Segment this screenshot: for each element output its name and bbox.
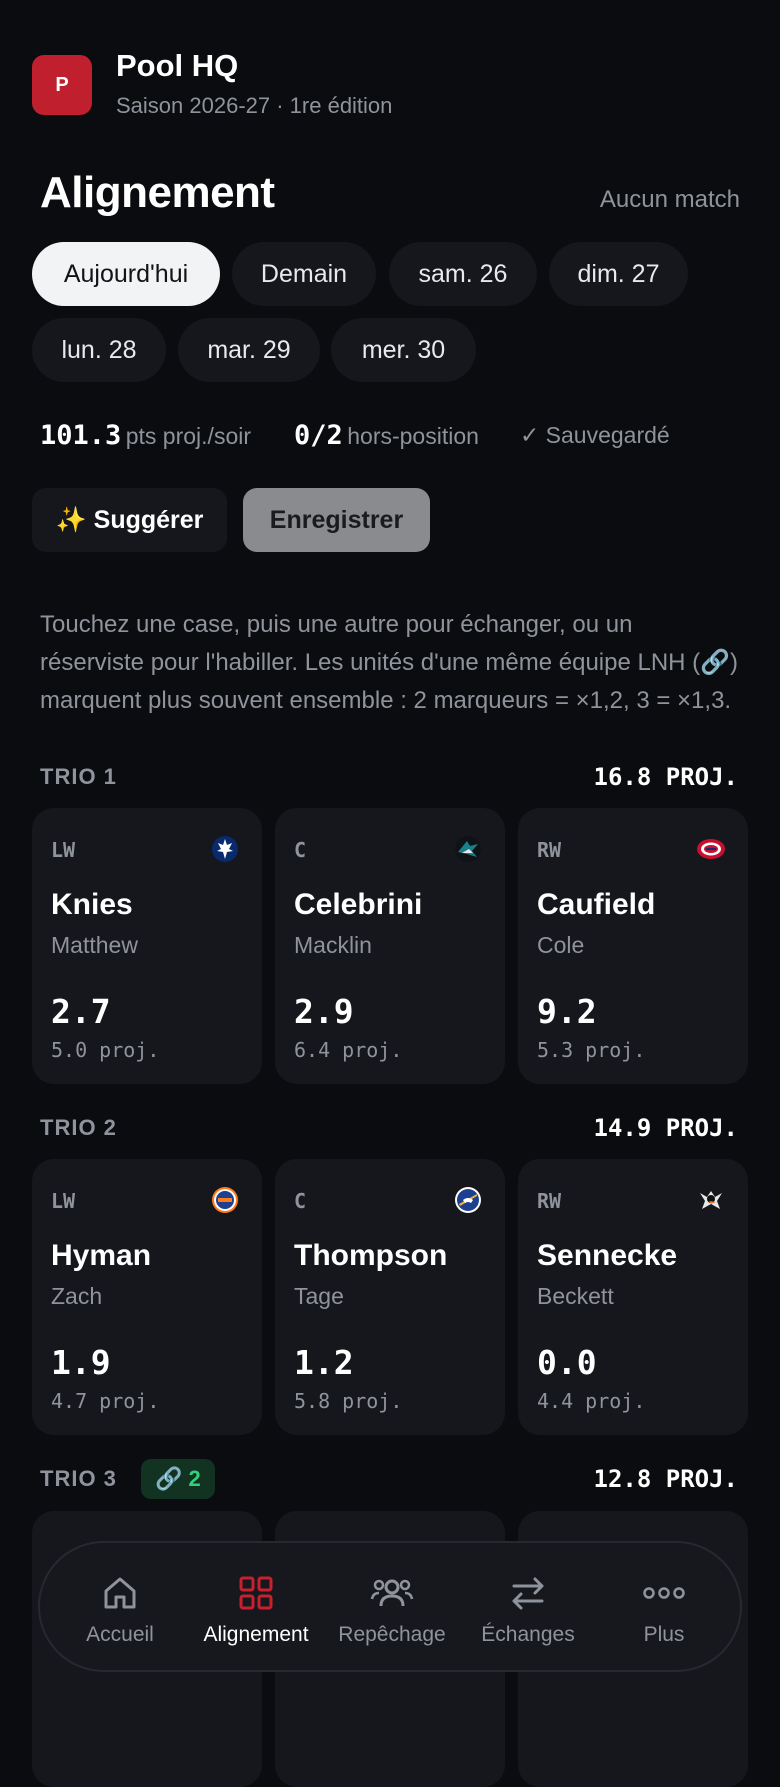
player-points: 1.9 — [51, 1343, 111, 1382]
day-chip-tomorrow[interactable]: Demain — [232, 242, 376, 306]
app-logo: P — [32, 55, 92, 115]
ducks-logo — [700, 1191, 722, 1209]
trio-label: TRIO 2 — [40, 1115, 117, 1140]
off-position-label: hors-position — [347, 423, 479, 449]
off-position-value: 0/2 — [294, 420, 343, 451]
player-first-name: Zach — [51, 1283, 103, 1309]
nav-item-accueil[interactable]: Accueil — [52, 1543, 188, 1670]
player-last-name: Sennecke — [537, 1239, 678, 1272]
more-icon — [643, 1587, 685, 1599]
nav-item-repechage[interactable]: Repêchage — [324, 1543, 460, 1670]
player-projection: 5.8 proj. — [294, 1389, 403, 1413]
nav-item-plus[interactable]: Plus — [596, 1543, 732, 1670]
position-label: RW — [537, 838, 562, 862]
app-title: Pool HQ — [116, 48, 239, 83]
link-bonus-badge: 🔗 2 — [141, 1459, 215, 1499]
player-projection: 4.4 proj. — [537, 1389, 646, 1413]
position-label: C — [294, 1189, 307, 1213]
player-card[interactable]: LW Knies Matthew 2.7 5.0 proj. — [32, 808, 262, 1084]
trio-projection: 14.9 PROJ. — [593, 1114, 739, 1142]
player-last-name: Thompson — [294, 1239, 448, 1272]
day-chip-sun[interactable]: dim. 27 — [549, 242, 688, 306]
player-first-name: Cole — [537, 932, 585, 958]
page-title: Alignement — [40, 168, 275, 217]
player-points: 9.2 — [537, 992, 597, 1031]
nav-label: Accueil — [86, 1623, 154, 1646]
player-card[interactable]: C Thompson Tage 1.2 5.8 proj. — [275, 1159, 505, 1435]
sabres-logo — [455, 1187, 481, 1213]
player-first-name: Beckett — [537, 1283, 614, 1309]
off-position: 0/2 hors-position — [294, 420, 479, 451]
position-label: RW — [537, 1189, 562, 1213]
instructions-text: Touchez une case, puis une autre pour éc… — [40, 611, 739, 714]
nav-item-echanges[interactable]: Échanges — [460, 1543, 596, 1670]
player-card[interactable]: C Celebrini Macklin 2.9 6.4 proj. — [275, 808, 505, 1084]
game-status: Aucun match — [599, 186, 740, 213]
position-label: LW — [51, 1189, 76, 1213]
trio-projection: 12.8 PROJ. — [593, 1465, 739, 1493]
maple-leafs-logo — [212, 836, 238, 862]
player-last-name: Celebrini — [294, 888, 423, 921]
app-subtitle: Saison 2026-27 · 1re édition — [116, 93, 393, 118]
player-projection: 4.7 proj. — [51, 1389, 160, 1413]
player-projection: 5.3 proj. — [537, 1038, 646, 1062]
player-last-name: Knies — [51, 888, 133, 921]
day-chip-mon[interactable]: lun. 28 — [32, 318, 166, 382]
projected-points: 101.3 pts proj./soir — [40, 420, 251, 451]
player-points: 0.0 — [537, 1343, 597, 1382]
player-projection: 6.4 proj. — [294, 1038, 403, 1062]
sharks-logo — [455, 836, 481, 862]
nav-label: Repêchage — [338, 1623, 446, 1646]
player-card[interactable]: LW Hyman Zach 1.9 4.7 proj. — [32, 1159, 262, 1435]
nav-item-alignement[interactable]: Alignement — [188, 1543, 324, 1670]
position-label: LW — [51, 838, 76, 862]
bottom-nav: Accueil Alignement Repêchage Échanges Pl… — [38, 1541, 742, 1672]
player-last-name: Hyman — [51, 1239, 152, 1272]
day-chip-tue[interactable]: mar. 29 — [178, 318, 320, 382]
nav-label: Plus — [643, 1623, 685, 1646]
player-last-name: Caufield — [537, 888, 656, 921]
users-icon — [370, 1579, 414, 1607]
player-points: 1.2 — [294, 1343, 354, 1382]
player-first-name: Macklin — [294, 932, 372, 958]
player-card[interactable]: RW Caufield Cole 9.2 5.3 proj. — [518, 808, 748, 1084]
day-chip-sat[interactable]: sam. 26 — [389, 242, 537, 306]
projected-points-value: 101.3 — [40, 420, 122, 451]
position-label: C — [294, 838, 307, 862]
day-chip-wed[interactable]: mer. 30 — [331, 318, 476, 382]
day-chip-today[interactable]: Aujourd'hui — [32, 242, 220, 306]
oilers-logo — [212, 1187, 238, 1213]
player-first-name: Matthew — [51, 932, 138, 958]
player-points: 2.9 — [294, 992, 354, 1031]
trio-label: TRIO 1 — [40, 764, 117, 789]
canadiens-logo — [697, 839, 725, 859]
player-first-name: Tage — [294, 1283, 344, 1309]
player-points: 2.7 — [51, 992, 111, 1031]
trio-projection: 16.8 PROJ. — [593, 763, 739, 791]
nav-label: Alignement — [203, 1623, 309, 1646]
player-projection: 5.0 proj. — [51, 1038, 160, 1062]
grid-icon — [239, 1576, 273, 1610]
swap-icon — [512, 1577, 544, 1610]
player-card[interactable]: RW Sennecke Beckett 0.0 4.4 proj. — [518, 1159, 748, 1435]
save-button[interactable]: Enregistrer — [243, 488, 430, 552]
trio-label: TRIO 3 — [40, 1466, 117, 1491]
home-icon — [104, 1577, 136, 1609]
saved-status: ✓ Sauvegardé — [520, 422, 670, 448]
nav-label: Échanges — [481, 1623, 575, 1646]
projected-points-label: pts proj./soir — [125, 423, 251, 449]
suggest-button[interactable]: ✨ Suggérer — [32, 488, 227, 552]
